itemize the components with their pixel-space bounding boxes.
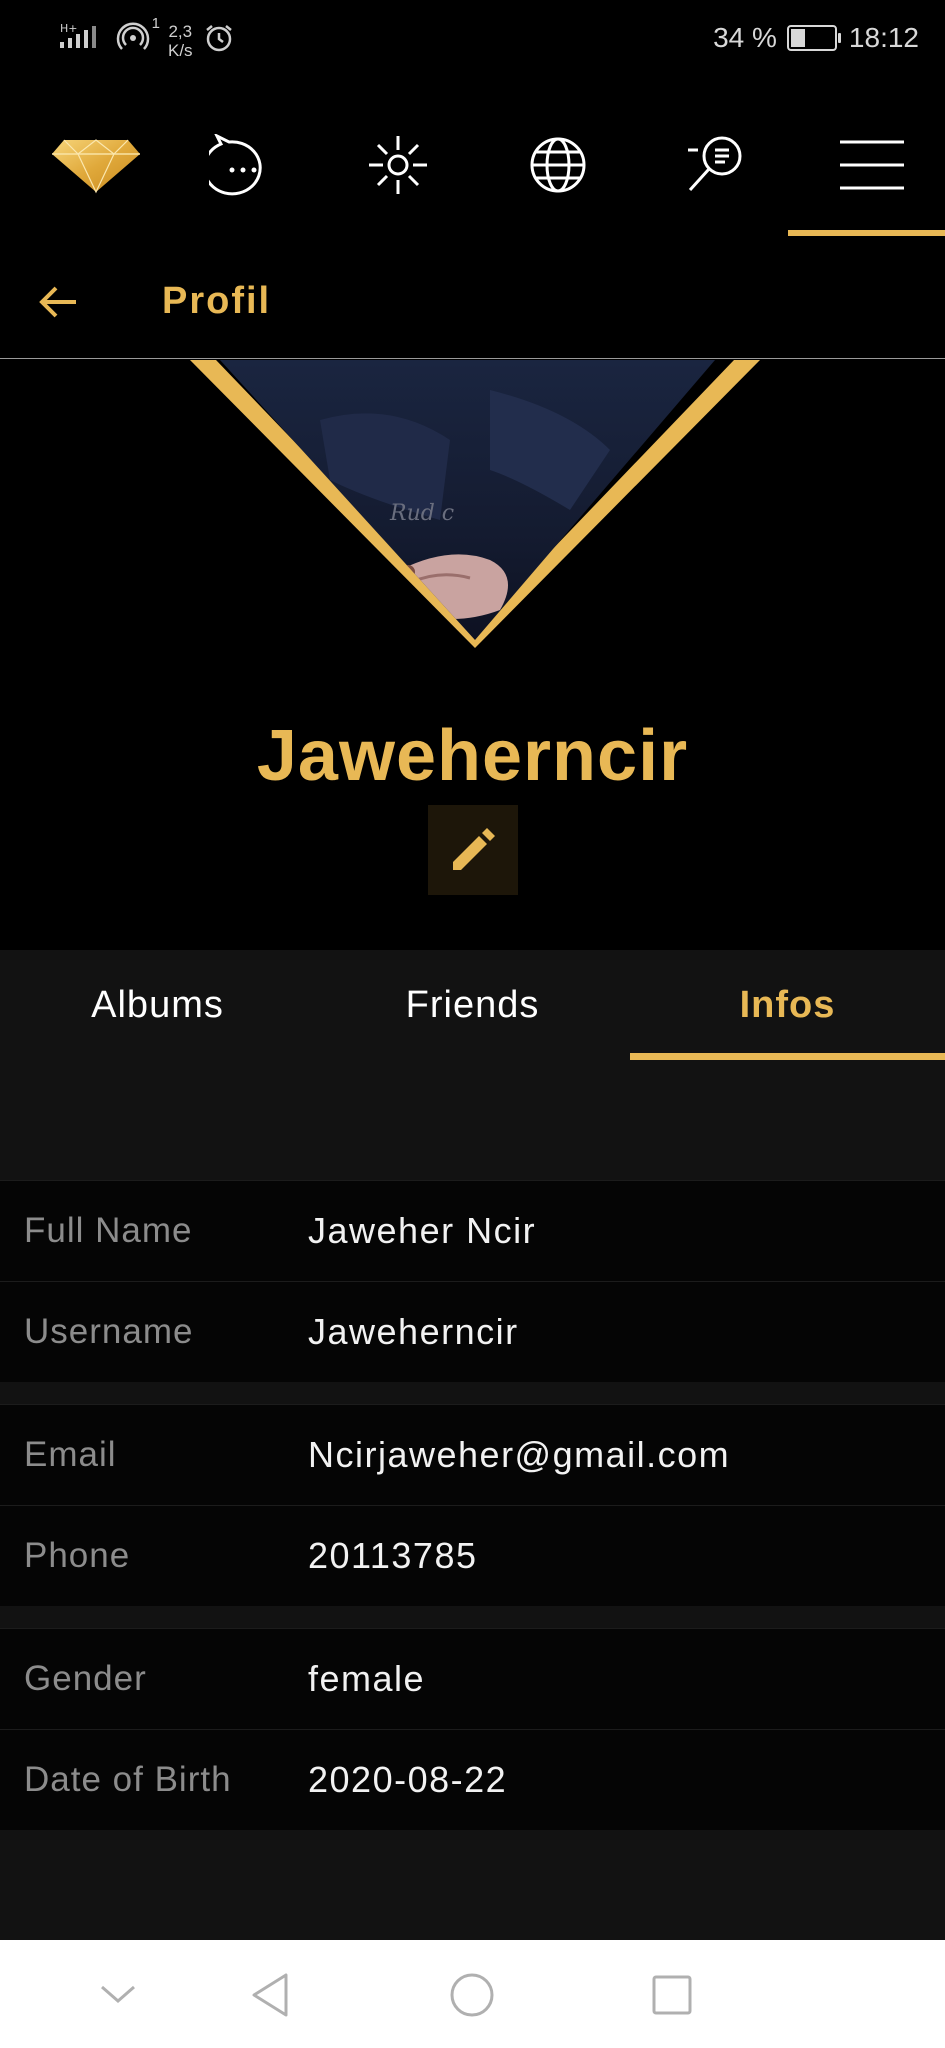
info-group-personal: Gender female Date of Birth 2020-08-22 bbox=[0, 1628, 945, 1830]
info-row-email: Email Ncirjaweher@gmail.com bbox=[0, 1404, 945, 1505]
alarm-icon bbox=[203, 22, 235, 59]
clock: 18:12 bbox=[848, 22, 919, 53]
globe-icon[interactable] bbox=[498, 110, 618, 220]
data-speed: 2,3 K/s bbox=[168, 22, 193, 60]
chevron-down-icon[interactable] bbox=[78, 1960, 158, 2030]
status-bar: H+ 1 2,3 K/s 34 % 18:12 bbox=[0, 0, 945, 80]
avatar[interactable]: Rud c bbox=[190, 360, 760, 650]
info-row-username: Username Jaweherncir bbox=[0, 1281, 945, 1382]
back-button[interactable] bbox=[32, 278, 84, 326]
sun-icon[interactable] bbox=[338, 110, 458, 220]
chat-bubble-icon[interactable] bbox=[182, 110, 302, 220]
info-value: Jaweher Ncir bbox=[308, 1210, 537, 1251]
tab-albums[interactable]: Albums bbox=[0, 950, 315, 1060]
info-value: female bbox=[308, 1658, 426, 1699]
battery-icon bbox=[786, 25, 841, 51]
nav-active-indicator bbox=[788, 230, 945, 236]
profile-username: Jaweherncir bbox=[256, 716, 689, 796]
info-row-phone: Phone 20113785 bbox=[0, 1505, 945, 1606]
top-nav bbox=[0, 110, 945, 240]
info-label: Email bbox=[24, 1435, 117, 1474]
hotspot-badge: 1 bbox=[151, 15, 160, 32]
pencil-icon bbox=[453, 828, 495, 870]
status-left: H+ 1 2,3 K/s bbox=[60, 15, 235, 61]
info-label: Phone bbox=[24, 1536, 131, 1575]
page-title: Profil bbox=[162, 280, 272, 322]
info-row-gender: Gender female bbox=[0, 1628, 945, 1729]
info-group-contact: Email Ncirjaweher@gmail.com Phone 201137… bbox=[0, 1404, 945, 1606]
group-divider bbox=[0, 1606, 945, 1628]
svg-text:Rud c: Rud c bbox=[389, 501, 454, 526]
info-label: Date of Birth bbox=[24, 1760, 232, 1799]
profile-header: Profil bbox=[0, 250, 945, 359]
info-value: 20113785 bbox=[308, 1535, 478, 1576]
info-label: Full Name bbox=[24, 1211, 193, 1250]
home-circle-icon[interactable] bbox=[432, 1960, 512, 2030]
battery-percent: 34 % bbox=[713, 22, 777, 53]
info-group-identity: Full Name Jaweher Ncir Username Jawehern… bbox=[0, 1180, 945, 1382]
info-label: Username bbox=[24, 1312, 194, 1351]
signal-icon: H+ bbox=[60, 20, 106, 61]
hotspot-icon: 1 bbox=[116, 15, 160, 60]
search-chat-icon[interactable] bbox=[655, 110, 775, 220]
profile-tabs: Albums Friends Infos bbox=[0, 950, 945, 1060]
info-row-full-name: Full Name Jaweher Ncir bbox=[0, 1180, 945, 1281]
back-triangle-icon[interactable] bbox=[230, 1960, 310, 2030]
status-right: 34 % 18:12 bbox=[713, 22, 919, 54]
diamond-icon[interactable] bbox=[36, 110, 156, 220]
system-nav-bar bbox=[0, 1940, 945, 2048]
info-value: 2020-08-22 bbox=[308, 1759, 508, 1800]
tab-infos[interactable]: Infos bbox=[630, 950, 945, 1060]
arrow-left-icon bbox=[39, 286, 76, 318]
tab-friends[interactable]: Friends bbox=[315, 950, 630, 1060]
group-divider bbox=[0, 1382, 945, 1404]
menu-icon[interactable] bbox=[812, 110, 932, 220]
battery-fill bbox=[790, 29, 805, 47]
speed-value: 2,3 bbox=[168, 21, 193, 41]
network-type: H+ bbox=[60, 22, 78, 35]
info-value: Ncirjaweher@gmail.com bbox=[308, 1434, 731, 1475]
info-value: Jaweherncir bbox=[308, 1311, 519, 1352]
info-panel: Full Name Jaweher Ncir Username Jawehern… bbox=[0, 1060, 945, 1940]
info-row-date-of-birth: Date of Birth 2020-08-22 bbox=[0, 1729, 945, 1830]
recents-square-icon[interactable] bbox=[632, 1960, 712, 2030]
info-label: Gender bbox=[24, 1659, 147, 1698]
edit-profile-button[interactable] bbox=[428, 805, 518, 895]
speed-unit: K/s bbox=[168, 40, 193, 60]
